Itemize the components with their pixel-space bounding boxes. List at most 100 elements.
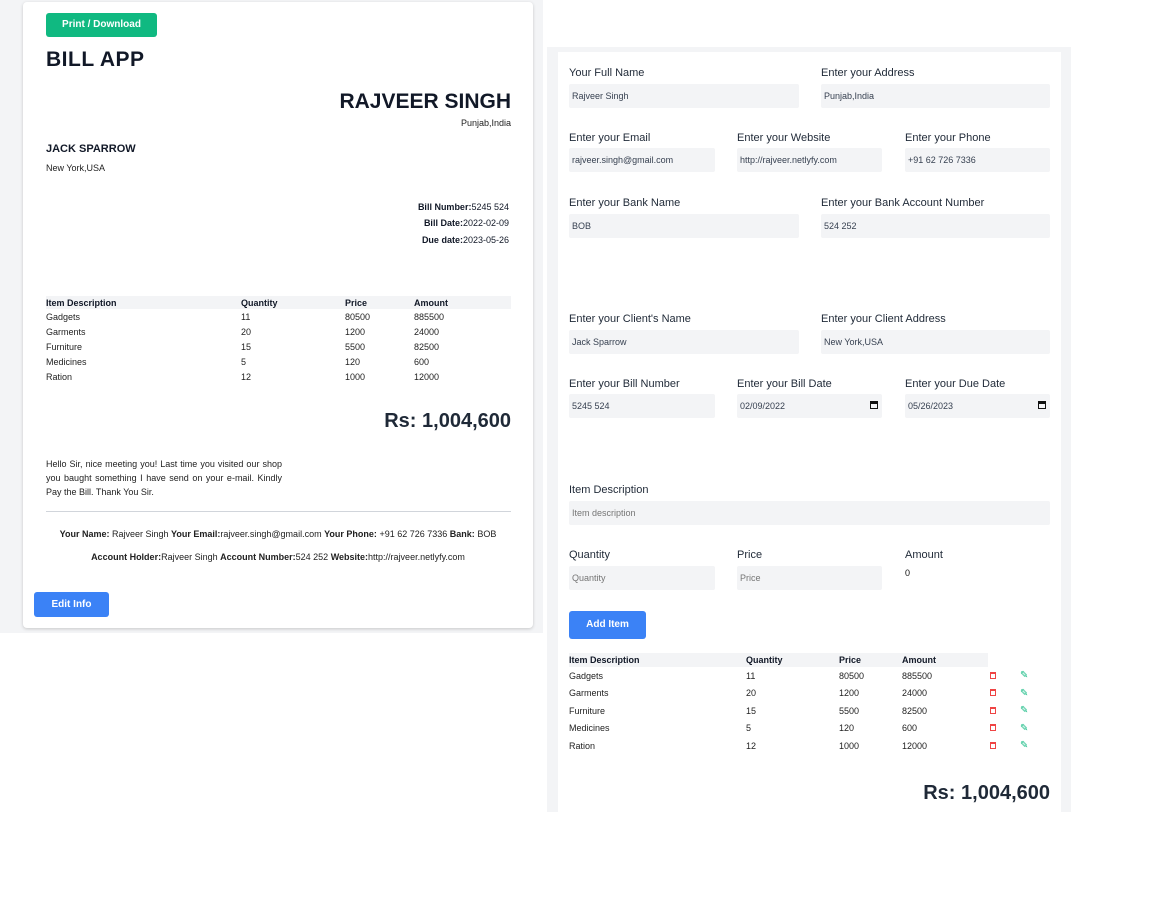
table-cell: 11 [241, 311, 251, 322]
table-cell: 12000 [414, 371, 440, 382]
footer-account-number-label: Account Number: [220, 552, 296, 562]
delete-cell [988, 737, 1020, 755]
footer-bank: BOB [477, 529, 497, 539]
website-label: Enter your Website [737, 132, 831, 144]
phone-label: Enter your Phone [905, 132, 991, 144]
item-description-input[interactable] [569, 501, 1050, 525]
email-input[interactable] [569, 148, 715, 172]
pencil-icon[interactable]: ✎ [1020, 741, 1028, 751]
bill-number-input[interactable] [569, 394, 715, 418]
bank-name-input[interactable] [569, 214, 799, 238]
bill-date-label: Bill Date: [423, 218, 463, 228]
full-name-label: Your Full Name [569, 67, 645, 79]
table-cell: 120 [345, 356, 361, 367]
bill-date-line: Bill Date:2022-02-09 [424, 218, 509, 228]
table-header-row: Item Description Quantity Price Amount [569, 653, 1050, 667]
trash-icon[interactable] [990, 671, 996, 679]
calendar-icon[interactable] [1038, 401, 1046, 409]
trash-icon[interactable] [990, 706, 996, 714]
table-row: Furniture 15 5500 82500 [46, 339, 511, 354]
table-cell: 24000 [414, 326, 440, 337]
delete-cell [988, 702, 1020, 720]
column-header: Quantity [746, 653, 839, 667]
owner-address: Punjab,India [460, 118, 511, 128]
table-cell: 11 [746, 670, 756, 681]
table-row: Medicines 5 120 600 [46, 354, 511, 369]
table-row: Gadgets 11 80500 885500 ✎ [569, 667, 1050, 685]
quantity-label: Quantity [569, 549, 610, 561]
footer-divider [46, 511, 511, 512]
owner-name: RAJVEER SINGH [339, 90, 511, 113]
full-name-input[interactable] [569, 84, 799, 108]
amount-label: Amount [905, 549, 943, 561]
price-input[interactable] [737, 566, 882, 590]
phone-input[interactable] [905, 148, 1050, 172]
add-item-button[interactable]: Add Item [569, 611, 646, 639]
bank-account-label: Enter your Bank Account Number [821, 197, 985, 209]
bank-account-input[interactable] [821, 214, 1050, 238]
column-header: Item Description [569, 653, 746, 667]
bill-number-label: Bill Number: [417, 202, 472, 212]
column-header: Amount [902, 653, 988, 667]
column-header: Price [345, 296, 414, 309]
footer-email: rajveer.singh@gmail.com [220, 529, 322, 539]
table-cell: 1200 [345, 326, 366, 337]
edit-cell: ✎ [1020, 667, 1050, 685]
due-date-input[interactable]: 05/26/2023 [905, 394, 1050, 418]
trash-icon[interactable] [990, 689, 996, 697]
footer-website-label: Website: [330, 552, 369, 562]
client-name-label: Enter your Client's Name [569, 313, 691, 325]
edit-cell: ✎ [1020, 685, 1050, 703]
table-cell: 5 [241, 356, 247, 367]
table-cell: Furniture [46, 341, 83, 352]
address-input[interactable] [821, 84, 1050, 108]
delete-cell [988, 667, 1020, 685]
table-cell: Ration [46, 371, 73, 382]
pencil-icon[interactable]: ✎ [1020, 688, 1028, 699]
bill-date-label: Enter your Bill Date [737, 378, 832, 390]
due-date-label: Enter your Due Date [905, 378, 1006, 390]
bill-date-value: 2022-02-09 [462, 218, 509, 228]
table-cell: 82500 [902, 705, 928, 716]
table-cell: 600 [414, 356, 430, 367]
edit-cell: ✎ [1020, 702, 1050, 720]
table-cell: 1000 [839, 740, 860, 751]
client-address-input[interactable] [821, 330, 1050, 354]
table-row: Garments 20 1200 24000 ✎ [569, 685, 1050, 703]
footer-name: Rajveer Singh [112, 529, 169, 539]
item-description-label: Item Description [569, 484, 649, 496]
pencil-icon[interactable]: ✎ [1020, 671, 1028, 681]
footer-account-holder-label: Account Holder: [91, 552, 162, 562]
table-row: Ration 12 1000 12000 ✎ [569, 737, 1050, 755]
address-label: Enter your Address [821, 67, 915, 79]
quantity-input[interactable] [569, 566, 715, 590]
invoice-total: Rs: 1,004,600 [384, 410, 511, 432]
calendar-icon[interactable] [870, 401, 878, 409]
table-cell: 24000 [902, 688, 928, 699]
pencil-icon[interactable]: ✎ [1020, 723, 1028, 734]
invoice-notes: Hello Sir, nice meeting you! Last time y… [46, 459, 282, 497]
footer-phone: +91 62 726 7336 [379, 529, 448, 539]
bill-date-input[interactable]: 02/09/2022 [737, 394, 882, 418]
trash-icon[interactable] [990, 724, 996, 732]
pencil-icon[interactable]: ✎ [1020, 706, 1028, 716]
trash-icon[interactable] [990, 741, 996, 749]
table-cell: 20 [241, 326, 252, 337]
edit-info-button[interactable]: Edit Info [34, 592, 109, 617]
client-name-input[interactable] [569, 330, 799, 354]
form-items-table: Item Description Quantity Price Amount G… [569, 653, 1050, 755]
table-cell: 885500 [414, 311, 445, 322]
footer-email-label: Your Email: [171, 529, 221, 539]
print-download-button[interactable]: Print / Download [46, 13, 157, 37]
table-cell: 20 [746, 688, 757, 699]
table-cell: 885500 [902, 670, 933, 681]
column-header: Amount [414, 296, 511, 309]
website-input[interactable] [737, 148, 882, 172]
table-cell: 5500 [839, 705, 860, 716]
due-date-value: 2023-05-26 [462, 235, 509, 245]
table-row: Ration 12 1000 12000 [46, 369, 511, 384]
table-row: Furniture 15 5500 82500 ✎ [569, 702, 1050, 720]
table-cell: Medicines [569, 723, 610, 734]
table-row: Gadgets 11 80500 885500 [46, 309, 511, 324]
table-cell: Garments [46, 326, 86, 337]
